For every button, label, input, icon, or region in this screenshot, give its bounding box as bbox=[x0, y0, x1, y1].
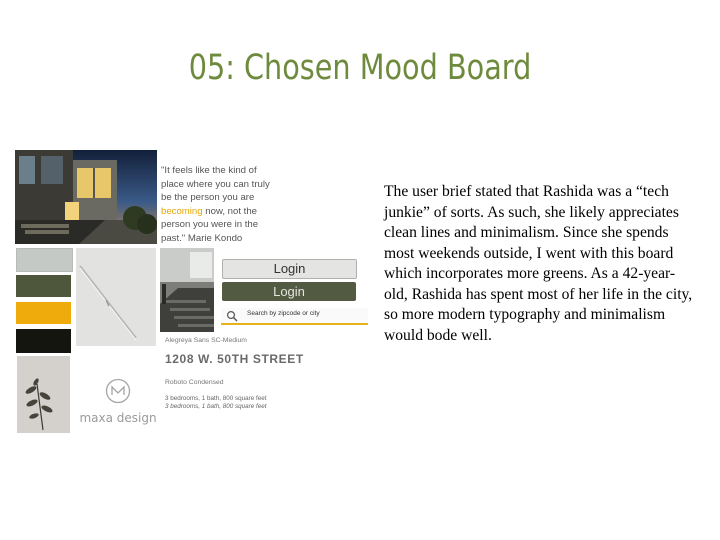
quote-text: "It feels like the kind of place where y… bbox=[161, 164, 281, 246]
logo-mark-icon bbox=[105, 378, 131, 404]
font-sample-label-1: Alegreya Sans SC-Medium bbox=[165, 337, 247, 344]
login-button-dark[interactable]: Login bbox=[222, 282, 356, 301]
maxa-design-logo: maxa design bbox=[77, 378, 159, 425]
logo-wordmark: maxa design bbox=[79, 411, 157, 425]
handrail-photo bbox=[76, 248, 156, 346]
spec-text-italic: 3 bedrooms, 1 bath, 800 square feet bbox=[165, 403, 267, 410]
swatch-light-gray bbox=[16, 248, 73, 272]
search-placeholder: Search by zipcode or city bbox=[247, 310, 320, 317]
quote-highlight: becoming bbox=[161, 205, 203, 217]
stairs-photo bbox=[160, 248, 214, 332]
swatch-olive-green bbox=[16, 275, 71, 297]
mood-board: "It feels like the kind of place where y… bbox=[15, 150, 368, 433]
slide-body-paragraph: The user brief stated that Rashida was a… bbox=[384, 183, 693, 344]
spec-text-regular: 3 bedrooms, 1 bath, 800 square feet bbox=[165, 395, 267, 402]
swatch-mustard-yellow bbox=[16, 302, 71, 324]
modern-house-photo bbox=[15, 150, 157, 244]
slide-title: 05: Chosen Mood Board bbox=[188, 48, 532, 88]
login-button-light[interactable]: Login bbox=[222, 259, 357, 279]
quote-before: "It feels like the kind of place where y… bbox=[161, 165, 270, 204]
font-sample-label-2: Roboto Condensed bbox=[165, 379, 224, 386]
search-bar-sample[interactable]: Search by zipcode or city bbox=[221, 308, 368, 325]
address-sample: 1208 W. 50TH STREET bbox=[165, 352, 304, 366]
plant-photo bbox=[17, 356, 70, 433]
swatch-black bbox=[16, 329, 71, 353]
search-icon bbox=[226, 309, 238, 327]
